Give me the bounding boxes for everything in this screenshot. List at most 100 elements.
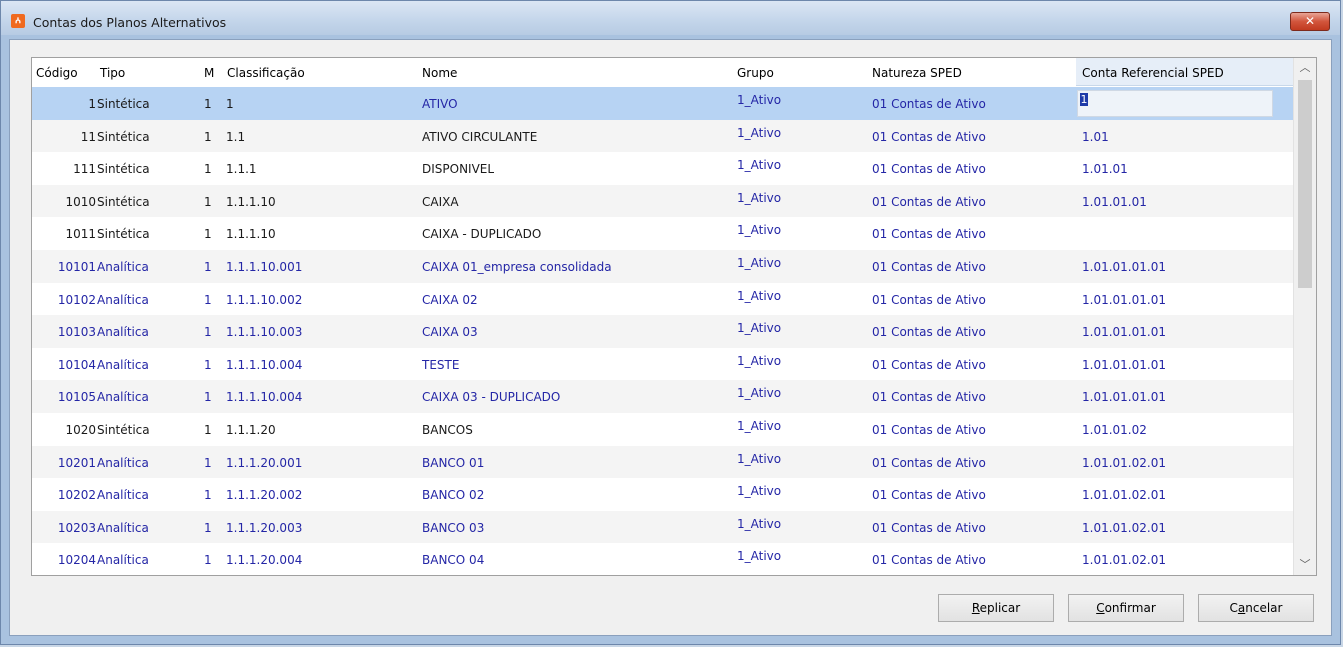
cell-natureza-sped: 01 Contas de Ativo bbox=[872, 553, 986, 568]
cancelar-prefix: C bbox=[1229, 601, 1238, 615]
header-codigo[interactable]: Código bbox=[36, 66, 78, 80]
cell-conta-referencial: 1.01.01 bbox=[1082, 162, 1128, 177]
cancelar-label: ncelar bbox=[1245, 601, 1283, 615]
cell-codigo: 111 bbox=[73, 162, 96, 177]
cell-natureza-sped: 01 Contas de Ativo bbox=[872, 97, 986, 111]
table-row[interactable]: 10201 Analítica 1 1.1.1.20.001 BANCO 01 1_Ati… bbox=[32, 445, 1294, 479]
cell-classificacao: 1 bbox=[226, 97, 234, 111]
cell-conta-referencial: 1.01 bbox=[1082, 129, 1109, 144]
cell-m: 1 bbox=[204, 520, 212, 535]
cell-codigo: 10202 bbox=[57, 488, 96, 503]
cell-tipo: Sintética bbox=[97, 227, 150, 242]
chevron-down-icon[interactable]: ﹀ bbox=[1294, 555, 1316, 575]
cell-classificacao: 1.1.1.20.001 bbox=[226, 455, 303, 470]
table-row[interactable]: 10203 Analítica 1 1.1.1.20.003 BANCO 03 1_Ati… bbox=[32, 510, 1294, 544]
cell-nome: CAIXA 01_empresa consolidada bbox=[422, 260, 612, 274]
table-row[interactable]: 10102 Analítica 1 1.1.1.10.002 CAIXA 02 1_Ati… bbox=[32, 283, 1294, 316]
cell-codigo: 10102 bbox=[57, 292, 96, 307]
app-logo-icon: ꭅ bbox=[11, 14, 25, 28]
cell-tipo: Sintética bbox=[97, 194, 150, 209]
table-row[interactable]: 1010 Sintética 1 1.1.1.10 CAIXA 1_Ativo 01 Con… bbox=[32, 184, 1294, 218]
cell-grupo: 1_Ativo bbox=[737, 93, 782, 107]
cell-codigo: 1 bbox=[88, 97, 96, 111]
dialog-client-area: Código Tipo M Classificação Nome Grupo N… bbox=[9, 39, 1332, 636]
chevron-up-icon[interactable]: ︿ bbox=[1294, 58, 1316, 78]
cell-grupo: 1_Ativo bbox=[737, 419, 782, 433]
title-bar[interactable]: ꭅ Contas dos Planos Alternativos ✕ bbox=[1, 1, 1340, 35]
header-nome[interactable]: Nome bbox=[422, 66, 457, 80]
header-natureza-sped[interactable]: Natureza SPED bbox=[872, 66, 962, 80]
cell-grupo: 1_Ativo bbox=[737, 321, 782, 336]
cell-tipo: Analítica bbox=[97, 357, 149, 372]
table-row[interactable]: 10204 Analítica 1 1.1.1.20.004 BANCO 04 1_Ati… bbox=[32, 543, 1294, 575]
cell-tipo: Analítica bbox=[97, 520, 149, 535]
header-classificacao[interactable]: Classificação bbox=[227, 66, 305, 80]
cell-conta-referencial: 1.01.01.01.01 bbox=[1082, 292, 1166, 307]
table-row[interactable]: 10101 Analítica 1 1.1.1.10.001 CAIXA 01_empr… bbox=[32, 250, 1294, 283]
table-row[interactable]: 11 Sintética 1 1.1 ATIVO CIRCULANTE 1_Ativo 01… bbox=[32, 119, 1294, 153]
header-grupo[interactable]: Grupo bbox=[737, 66, 774, 80]
scroll-thumb[interactable] bbox=[1298, 80, 1312, 288]
confirmar-button[interactable]: Confirmar bbox=[1068, 594, 1184, 622]
edit-field-value: 1 bbox=[1080, 93, 1088, 106]
cell-m: 1 bbox=[204, 325, 212, 340]
cell-natureza-sped: 01 Contas de Ativo bbox=[872, 194, 986, 209]
close-button[interactable]: ✕ bbox=[1290, 12, 1330, 31]
cell-nome: BANCO 01 bbox=[422, 455, 485, 470]
replicar-accel: R bbox=[971, 601, 980, 615]
cell-nome: DISPONIVEL bbox=[422, 162, 495, 177]
cell-classificacao: 1.1.1.20.002 bbox=[226, 488, 303, 503]
cell-tipo: Analítica bbox=[97, 292, 149, 307]
window-title: Contas dos Planos Alternativos bbox=[33, 15, 227, 30]
confirmar-accel: C bbox=[1096, 601, 1105, 615]
cell-m: 1 bbox=[204, 488, 212, 503]
cell-grupo: 1_Ativo bbox=[737, 451, 782, 466]
cell-m: 1 bbox=[204, 162, 212, 177]
header-tipo[interactable]: Tipo bbox=[100, 66, 125, 80]
table-row[interactable]: 10202 Analítica 1 1.1.1.20.002 BANCO 02 1_Ati… bbox=[32, 478, 1294, 511]
cell-conta-referencial: 1.01.01.01 bbox=[1082, 194, 1147, 209]
cell-conta-referencial: 1.01.01.02 bbox=[1082, 423, 1147, 437]
cell-natureza-sped: 01 Contas de Ativo bbox=[872, 162, 986, 177]
cell-natureza-sped: 01 Contas de Ativo bbox=[872, 520, 986, 535]
cell-nome: ATIVO bbox=[422, 97, 458, 111]
cell-grupo: 1_Ativo bbox=[737, 223, 782, 238]
cell-nome: BANCO 02 bbox=[422, 488, 485, 503]
header-conta-referencial-sped[interactable]: Conta Referencial SPED bbox=[1082, 66, 1224, 80]
cell-natureza-sped: 01 Contas de Ativo bbox=[872, 260, 986, 274]
cell-classificacao: 1.1.1.10 bbox=[226, 227, 276, 242]
cell-codigo: 10105 bbox=[57, 390, 96, 405]
cell-natureza-sped: 01 Contas de Ativo bbox=[872, 129, 986, 144]
dialog-window: ꭅ Contas dos Planos Alternativos ✕ Códig… bbox=[0, 0, 1341, 645]
table-row[interactable]: 1 Sintética 1 1 ATIVO 1_Ativo 01 Contas de Ati… bbox=[32, 87, 1294, 120]
cell-classificacao: 1.1 bbox=[226, 129, 246, 144]
cell-classificacao: 1.1.1.20.004 bbox=[226, 553, 303, 568]
cell-codigo: 10101 bbox=[57, 260, 96, 274]
vertical-scrollbar[interactable]: ︿ ﹀ bbox=[1293, 58, 1316, 575]
cell-tipo: Analítica bbox=[97, 553, 149, 568]
cell-codigo: 10204 bbox=[57, 553, 96, 568]
table-row[interactable]: 111 Sintética 1 1.1.1 DISPONIVEL 1_Ativo 01 Co… bbox=[32, 152, 1294, 185]
cell-m: 1 bbox=[204, 423, 212, 437]
cancelar-button[interactable]: Cancelar bbox=[1198, 594, 1314, 622]
conta-referencial-edit-field[interactable]: 1 bbox=[1077, 90, 1273, 117]
table-row[interactable]: 1011 Sintética 1 1.1.1.10 CAIXA - DUPLICADO 1… bbox=[32, 217, 1294, 250]
cell-classificacao: 1.1.1.10.004 bbox=[226, 390, 303, 405]
cell-classificacao: 1.1.1.10.003 bbox=[226, 325, 303, 340]
cell-nome: TESTE bbox=[422, 357, 460, 372]
replicar-button[interactable]: Replicar bbox=[938, 594, 1054, 622]
cell-nome: BANCOS bbox=[422, 423, 473, 437]
cell-conta-referencial: 1.01.01.02.01 bbox=[1082, 520, 1166, 535]
table-row[interactable]: 10103 Analítica 1 1.1.1.10.003 CAIXA 03 1_Ati… bbox=[32, 315, 1294, 348]
accounts-grid[interactable]: Código Tipo M Classificação Nome Grupo N… bbox=[31, 57, 1317, 576]
cell-classificacao: 1.1.1.10.004 bbox=[226, 357, 303, 372]
table-row[interactable]: 10105 Analítica 1 1.1.1.10.004 CAIXA 03 - DU… bbox=[32, 380, 1294, 413]
cell-nome: BANCO 04 bbox=[422, 553, 485, 568]
header-m[interactable]: M bbox=[204, 66, 214, 80]
cell-grupo: 1_Ativo bbox=[737, 549, 782, 564]
table-row[interactable]: 1020 Sintética 1 1.1.1.20 BANCOS 1_Ativo 01 Co… bbox=[32, 413, 1294, 446]
table-row[interactable]: 10104 Analítica 1 1.1.1.10.004 TESTE 1_Ativo 0… bbox=[32, 348, 1294, 381]
cell-codigo: 10203 bbox=[57, 520, 96, 535]
cell-nome: CAIXA 03 - DUPLICADO bbox=[422, 390, 561, 405]
cell-grupo: 1_Ativo bbox=[737, 386, 782, 401]
